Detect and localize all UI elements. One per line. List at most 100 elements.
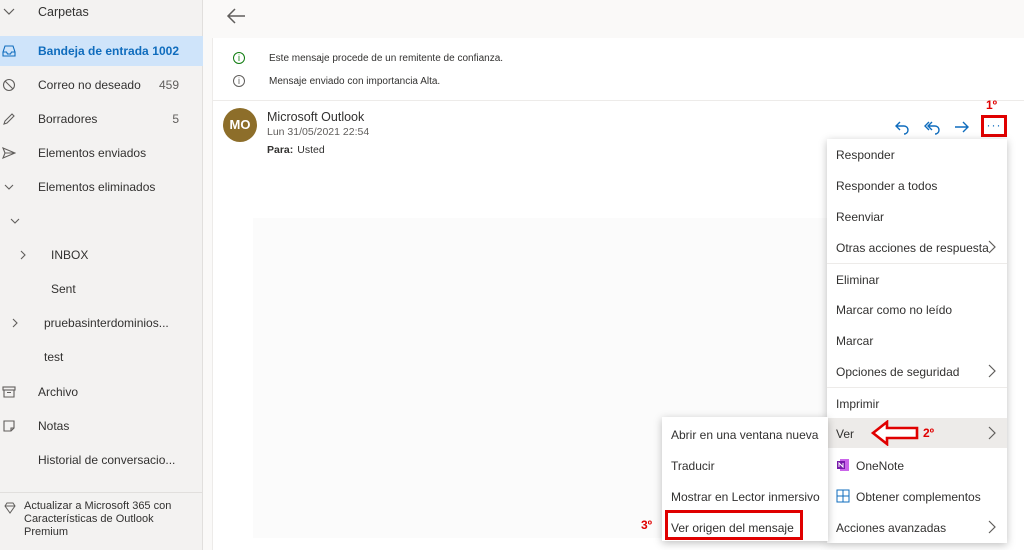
menu-item-print[interactable]: Imprimir — [827, 388, 1007, 418]
upgrade-text: Actualizar a Microsoft 365 con Caracterí… — [24, 500, 172, 538]
pencil-icon — [3, 113, 15, 125]
menu-item-label: Imprimir — [836, 397, 880, 411]
to-value: Usted — [297, 144, 325, 156]
unread-count: 1002 — [152, 44, 179, 58]
more-actions-menu: Responder Responder a todos Reenviar Otr… — [827, 139, 1007, 543]
sidebar-item-junk[interactable]: Correo no deseado 459 — [0, 70, 203, 100]
menu-item-label: Marcar — [836, 334, 874, 348]
menu-item-forward[interactable]: Reenviar — [827, 201, 1007, 231]
reading-pane-toolbar — [204, 0, 1024, 38]
arrow-left-icon — [870, 420, 919, 446]
sidebar-item-sent[interactable]: Elementos enviados — [0, 138, 203, 168]
chevron-down-icon[interactable] — [2, 180, 16, 194]
menu-item-label: Reenviar — [836, 210, 885, 224]
reply-icon[interactable] — [892, 117, 912, 137]
menu-item-reply[interactable]: Responder — [827, 139, 1007, 169]
menu-item-mark-unread[interactable]: Marcar como no leído — [827, 294, 1007, 324]
sidebar-item-history[interactable]: Historial de conversacio... — [0, 445, 203, 475]
sidebar-item-subfolder-group[interactable] — [0, 206, 203, 236]
folder-pane: Carpetas Bandeja de entrada 1002 Correo … — [0, 0, 203, 550]
info-text: Este mensaje procede de un remitente de … — [269, 52, 504, 64]
menu-item-delete[interactable]: Eliminar — [827, 264, 1007, 294]
sidebar-item-label: Borradores — [38, 112, 98, 126]
sidebar-item-archive[interactable]: Archivo — [0, 377, 203, 407]
submenu-item-label: Mostrar en Lector inmersivo — [671, 490, 820, 504]
submenu-item-immersive-reader[interactable]: Mostrar en Lector inmersivo — [662, 481, 828, 511]
divider — [213, 100, 1024, 101]
submenu-item-label: Abrir en una ventana nueva — [671, 428, 819, 442]
chevron-down-icon[interactable] — [8, 214, 22, 228]
sidebar-item-label: Elementos enviados — [38, 146, 147, 160]
onenote-icon — [837, 459, 849, 471]
chevron-right-icon — [988, 364, 996, 378]
menu-item-flag[interactable]: Marcar — [827, 325, 1007, 355]
back-arrow-icon[interactable] — [224, 5, 248, 27]
unread-count: 5 — [172, 112, 179, 126]
note-icon — [3, 420, 15, 432]
recipient-line: Para: Usted — [267, 144, 325, 156]
check-circle-icon: i — [233, 52, 245, 64]
submenu-item-label: Traducir — [671, 459, 715, 473]
sidebar-item-label: Historial de conversacio... — [38, 453, 176, 467]
menu-item-label: Opciones de seguridad — [836, 365, 960, 379]
inbox-icon — [2, 45, 16, 57]
chevron-down-icon[interactable] — [2, 4, 16, 18]
more-actions-button[interactable]: ··· — [981, 115, 1007, 137]
info-icon: i — [233, 75, 245, 87]
menu-item-get-addins[interactable]: Obtener complementos — [827, 481, 1007, 511]
menu-item-label: Marcar como no leído — [836, 303, 953, 317]
folders-header-label: Carpetas — [38, 5, 89, 19]
avatar[interactable]: MO — [223, 108, 257, 142]
message-date: Lun 31/05/2021 22:54 — [267, 126, 370, 138]
sidebar-item-label: pruebasinterdominios... — [44, 316, 169, 330]
to-label: Para: — [267, 144, 294, 156]
menu-item-onenote[interactable]: OneNote — [827, 450, 1007, 480]
menu-item-label: OneNote — [856, 459, 905, 473]
unread-count: 459 — [158, 78, 179, 92]
menu-item-advanced-actions[interactable]: Acciones avanzadas — [827, 512, 1007, 542]
sidebar-item-inbox-sub[interactable]: INBOX — [0, 240, 203, 270]
trusted-sender-notice: i Este mensaje procede de un remitente d… — [233, 50, 503, 66]
sidebar-item-notes[interactable]: Notas — [0, 411, 203, 441]
reply-all-icon[interactable] — [922, 117, 942, 137]
sidebar-item-pruebas[interactable]: pruebasinterdominios... — [0, 308, 203, 338]
folders-header[interactable]: Carpetas — [0, 0, 203, 26]
sidebar-item-drafts[interactable]: Borradores 5 — [0, 104, 203, 134]
sidebar-item-label: Archivo — [38, 385, 79, 399]
send-icon — [2, 146, 16, 160]
menu-item-label: Ver — [836, 427, 855, 441]
importance-notice: i Mensaje enviado con importancia Alta. — [233, 73, 440, 89]
menu-item-label: Acciones avanzadas — [836, 521, 947, 535]
sender-name[interactable]: Microsoft Outlook — [267, 110, 364, 124]
chevron-right-icon[interactable] — [16, 248, 30, 262]
sidebar-item-label: Bandeja de entrada — [38, 44, 149, 58]
diamond-icon — [4, 502, 16, 514]
sidebar-item-label: INBOX — [51, 248, 89, 262]
upgrade-banner[interactable]: Actualizar a Microsoft 365 con Caracterí… — [0, 492, 203, 538]
forward-icon[interactable] — [952, 117, 972, 137]
junk-icon — [2, 78, 16, 92]
sidebar-item-inbox[interactable]: Bandeja de entrada 1002 — [0, 36, 203, 66]
grid-icon — [836, 489, 850, 503]
info-text: Mensaje enviado con importancia Alta. — [269, 75, 441, 87]
menu-item-label: Responder — [836, 148, 895, 162]
sidebar-item-sent-sub[interactable]: Sent — [0, 274, 203, 304]
submenu-item-translate[interactable]: Traducir — [662, 450, 828, 480]
sidebar-item-deleted[interactable]: Elementos eliminados — [0, 172, 203, 202]
submenu-item-open-new-window[interactable]: Abrir en una ventana nueva — [662, 419, 828, 449]
chevron-right-icon — [988, 520, 996, 534]
menu-item-label: Obtener complementos — [856, 490, 981, 504]
archive-icon — [2, 386, 16, 398]
sidebar-item-test[interactable]: test — [0, 342, 203, 372]
sidebar-item-label: Correo no deseado — [38, 78, 141, 92]
step-annotation: 1º — [986, 98, 998, 112]
sidebar-item-label: Sent — [51, 282, 76, 296]
menu-item-label: Otras acciones de respuesta — [836, 241, 989, 255]
sidebar-item-label: Notas — [38, 419, 70, 433]
sidebar-item-label: test — [44, 350, 64, 364]
chevron-right-icon[interactable] — [8, 316, 22, 330]
chevron-right-icon — [988, 240, 996, 254]
menu-item-reply-all[interactable]: Responder a todos — [827, 170, 1007, 200]
menu-item-security-options[interactable]: Opciones de seguridad — [827, 356, 1007, 386]
menu-item-other-replies[interactable]: Otras acciones de respuesta — [827, 232, 1007, 262]
